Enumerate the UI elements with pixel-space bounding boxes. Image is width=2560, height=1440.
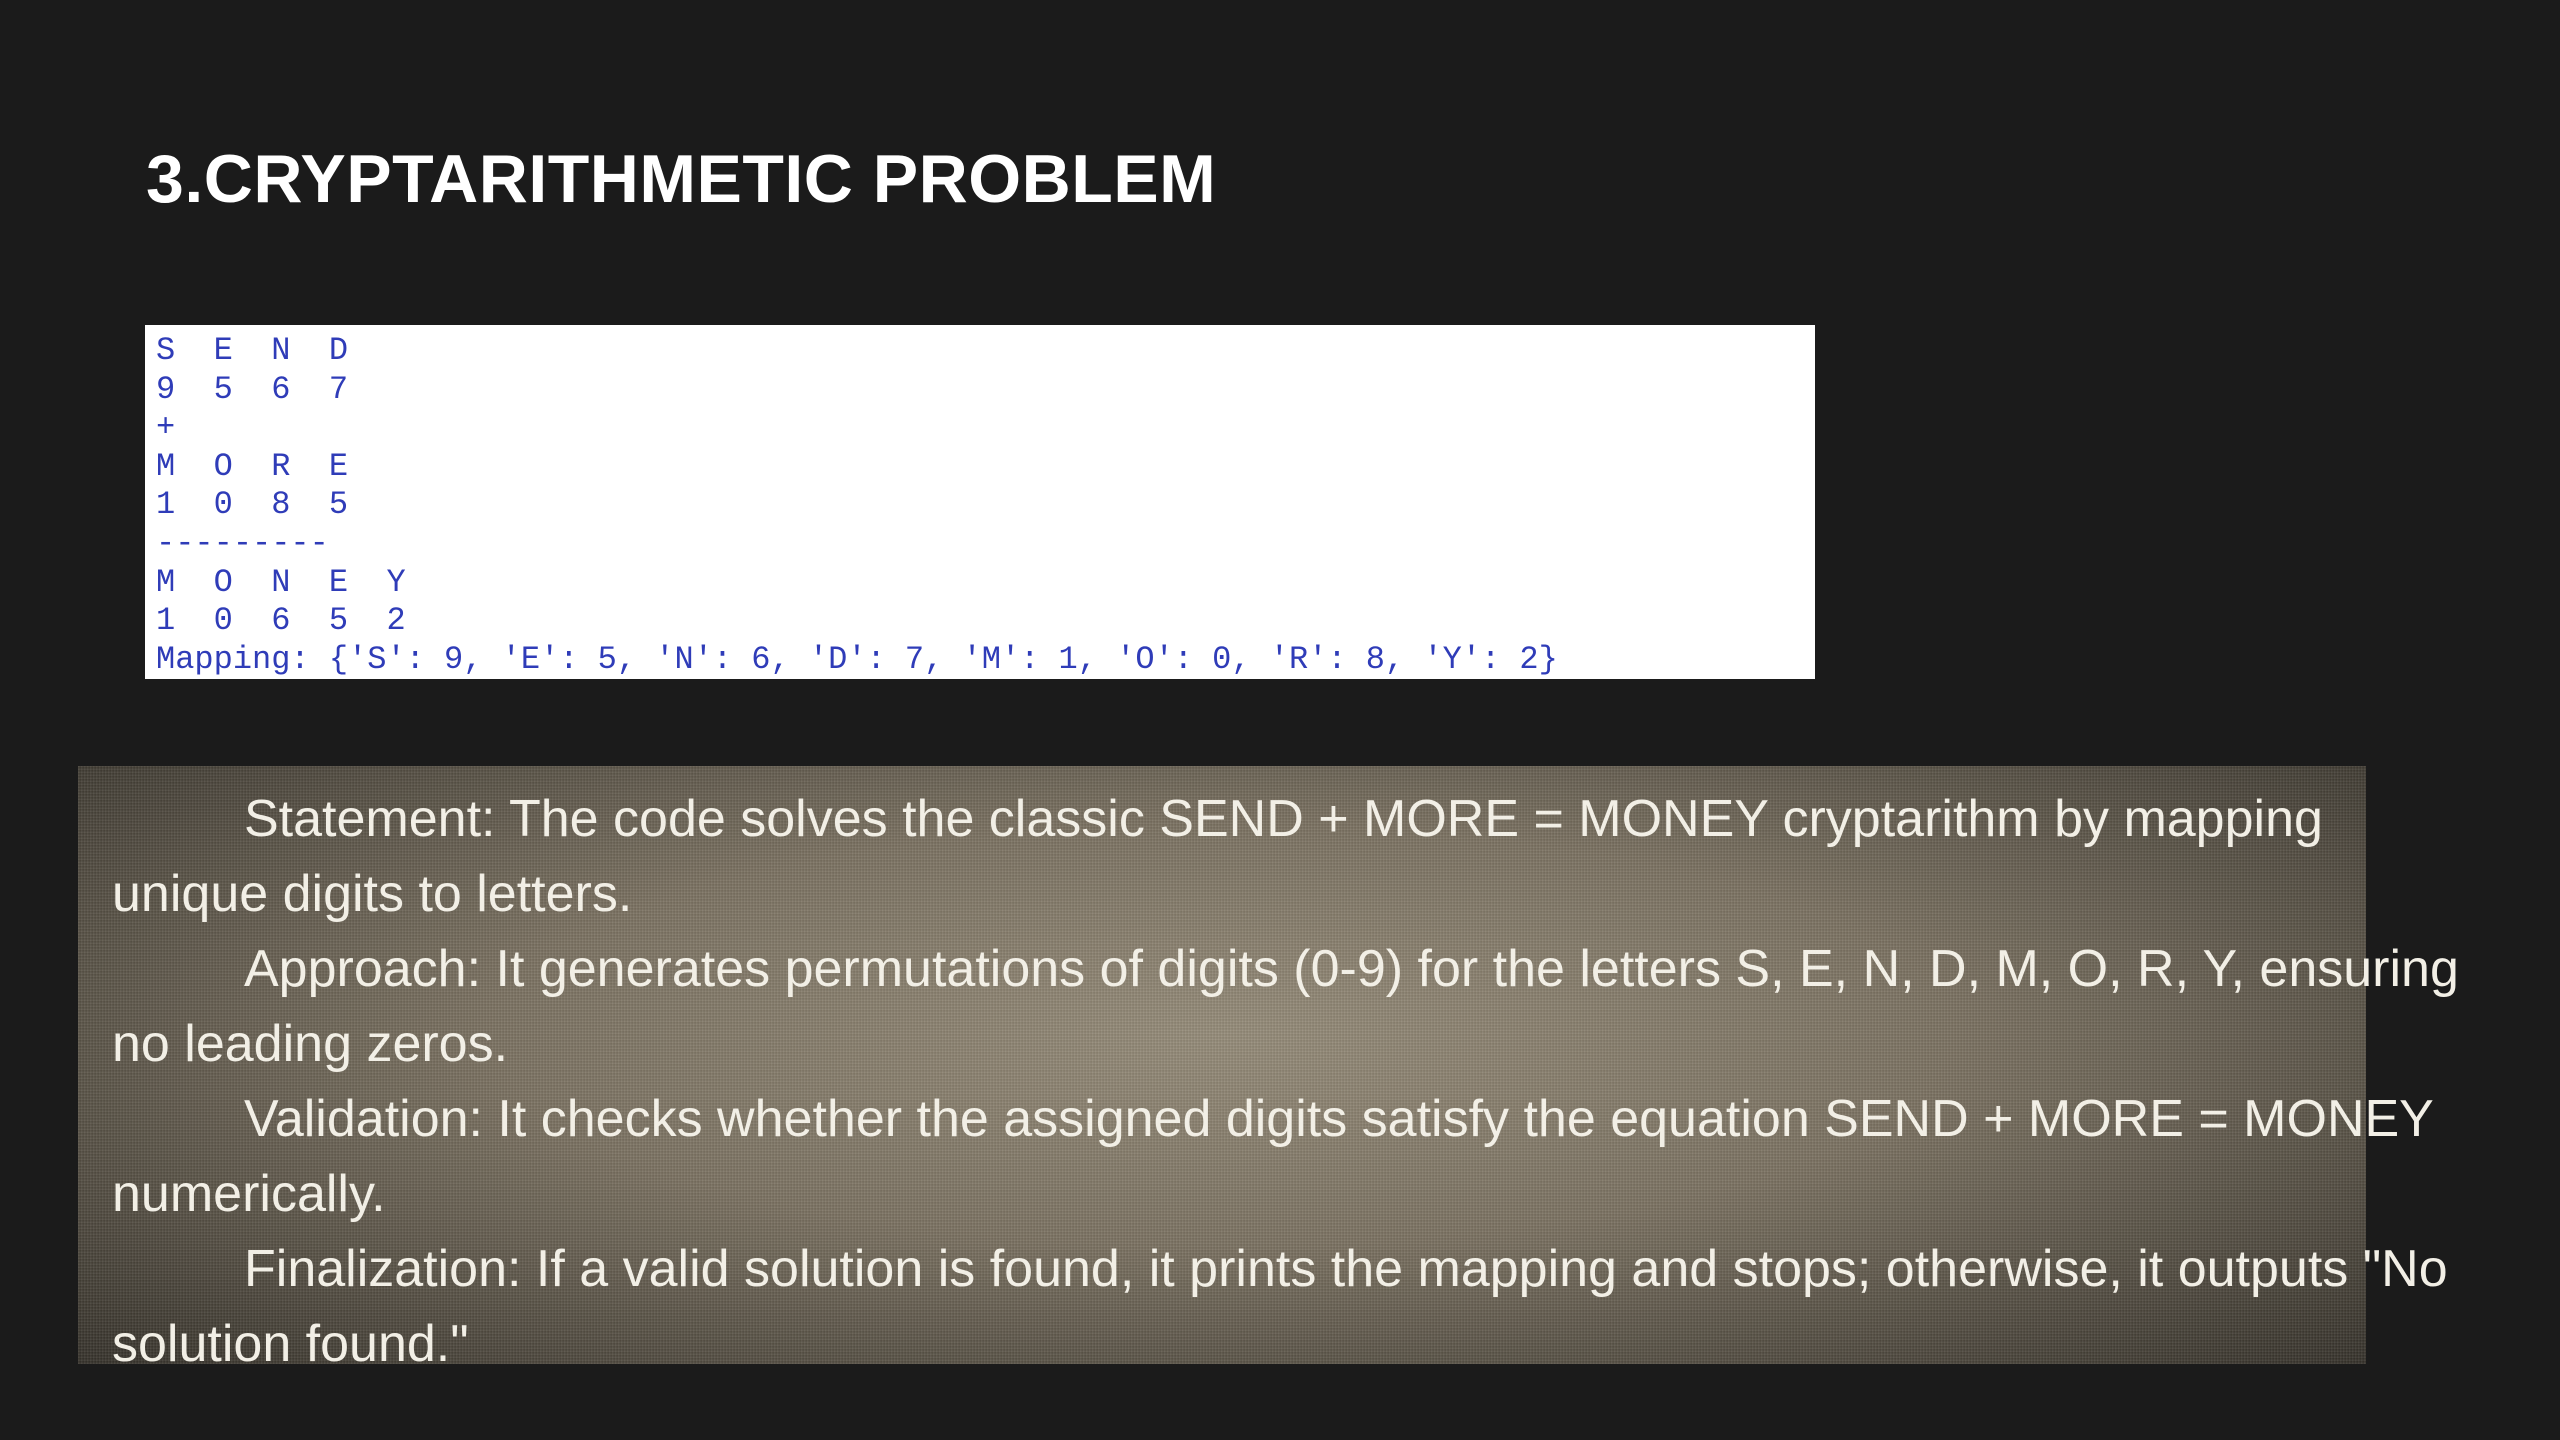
stray-mark: " (1520, 325, 1544, 331)
code-line: 9 5 6 7 (156, 370, 349, 408)
code-line: --------- (156, 524, 329, 562)
approach-paragraph: Approach: It generates permutations of d… (112, 940, 2459, 1073)
code-line: + (156, 409, 176, 447)
finalization-paragraph: Finalization: If a valid solution is fou… (112, 1240, 2448, 1373)
validation-paragraph: Validation: It checks whether the assign… (112, 1090, 2433, 1223)
description-panel: Statement: The code solves the classic S… (78, 766, 2459, 1373)
code-line: M O R E (156, 447, 349, 485)
mapping-line: Mapping: {'S': 9, 'E': 5, 'N': 6, 'D': 7… (156, 640, 1558, 678)
code-line: 1 0 6 5 2 (156, 602, 406, 640)
code-line: M O N E Y (156, 563, 406, 601)
code-output-screenshot: " S E N D 9 5 6 7 + M O R E 1 0 8 5 ----… (145, 325, 1815, 679)
slide-title: 3.CRYPTARITHMETIC PROBLEM (146, 141, 1217, 217)
code-output-text: S E N D 9 5 6 7 + M O R E 1 0 8 5 ------… (145, 325, 1815, 679)
code-line: S E N D (156, 332, 349, 369)
code-line: 1 0 8 5 (156, 486, 349, 524)
statement-paragraph: Statement: The code solves the classic S… (112, 790, 2323, 923)
